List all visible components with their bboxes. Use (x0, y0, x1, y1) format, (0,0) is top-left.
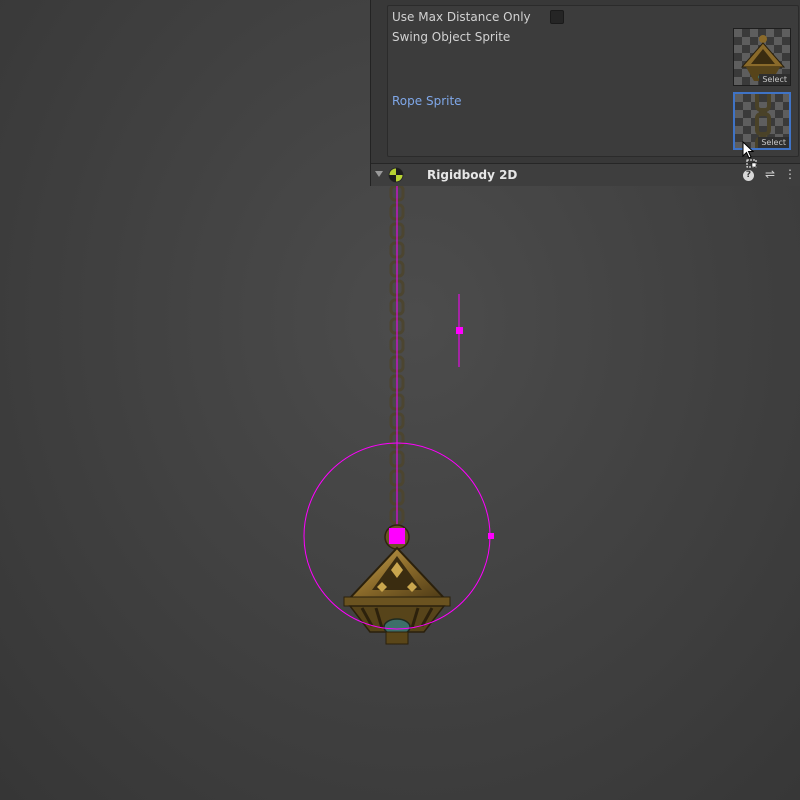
use-max-distance-label: Use Max Distance Only (392, 10, 531, 24)
inspector-panel: Use Max Distance Only Swing Object Sprit… (370, 0, 800, 186)
rigidbody-2d-header[interactable]: Rigidbody 2D ? ⇌ ⋮ (371, 163, 800, 186)
swing-sprite-select-button[interactable]: Select (759, 74, 790, 85)
help-icon[interactable]: ? (743, 170, 754, 181)
preset-sliders-icon[interactable]: ⇌ (763, 167, 777, 181)
swing-component-properties: Use Max Distance Only Swing Object Sprit… (387, 5, 799, 157)
drag-cursor-icon (742, 141, 757, 168)
rope-sprite-label: Rope Sprite (392, 94, 462, 108)
use-max-distance-checkbox[interactable] (550, 10, 564, 24)
kebab-menu-icon[interactable]: ⋮ (783, 167, 797, 181)
triangle-down-icon[interactable] (375, 171, 383, 177)
pivot-gizmo-handle (456, 327, 463, 334)
swing-object-sprite-label: Swing Object Sprite (392, 30, 511, 44)
swing-object-sprite-field[interactable]: Select (733, 28, 791, 86)
anchor-handle (389, 528, 405, 544)
rigidbody-2d-icon (388, 167, 404, 183)
component-title: Rigidbody 2D (427, 168, 518, 182)
radius-handle (488, 533, 494, 539)
rope-sprite-select-button[interactable]: Select (758, 137, 789, 148)
